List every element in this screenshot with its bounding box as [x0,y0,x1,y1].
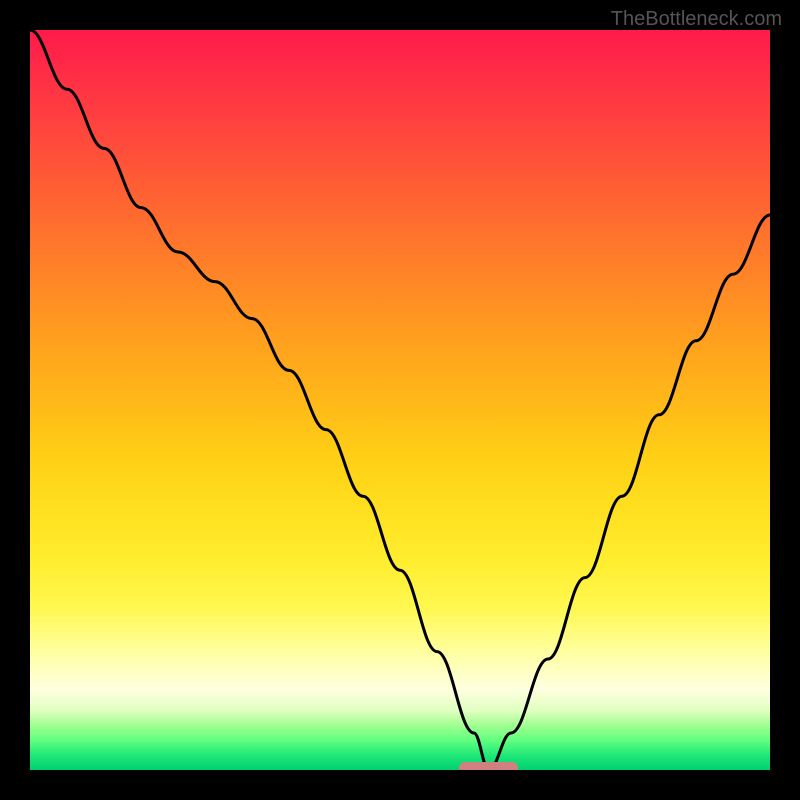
curve-line [30,30,770,770]
bottleneck-curve [30,30,770,770]
chart-container [30,30,770,770]
optimal-range-marker [459,762,518,770]
watermark-text: TheBottleneck.com [611,8,782,31]
